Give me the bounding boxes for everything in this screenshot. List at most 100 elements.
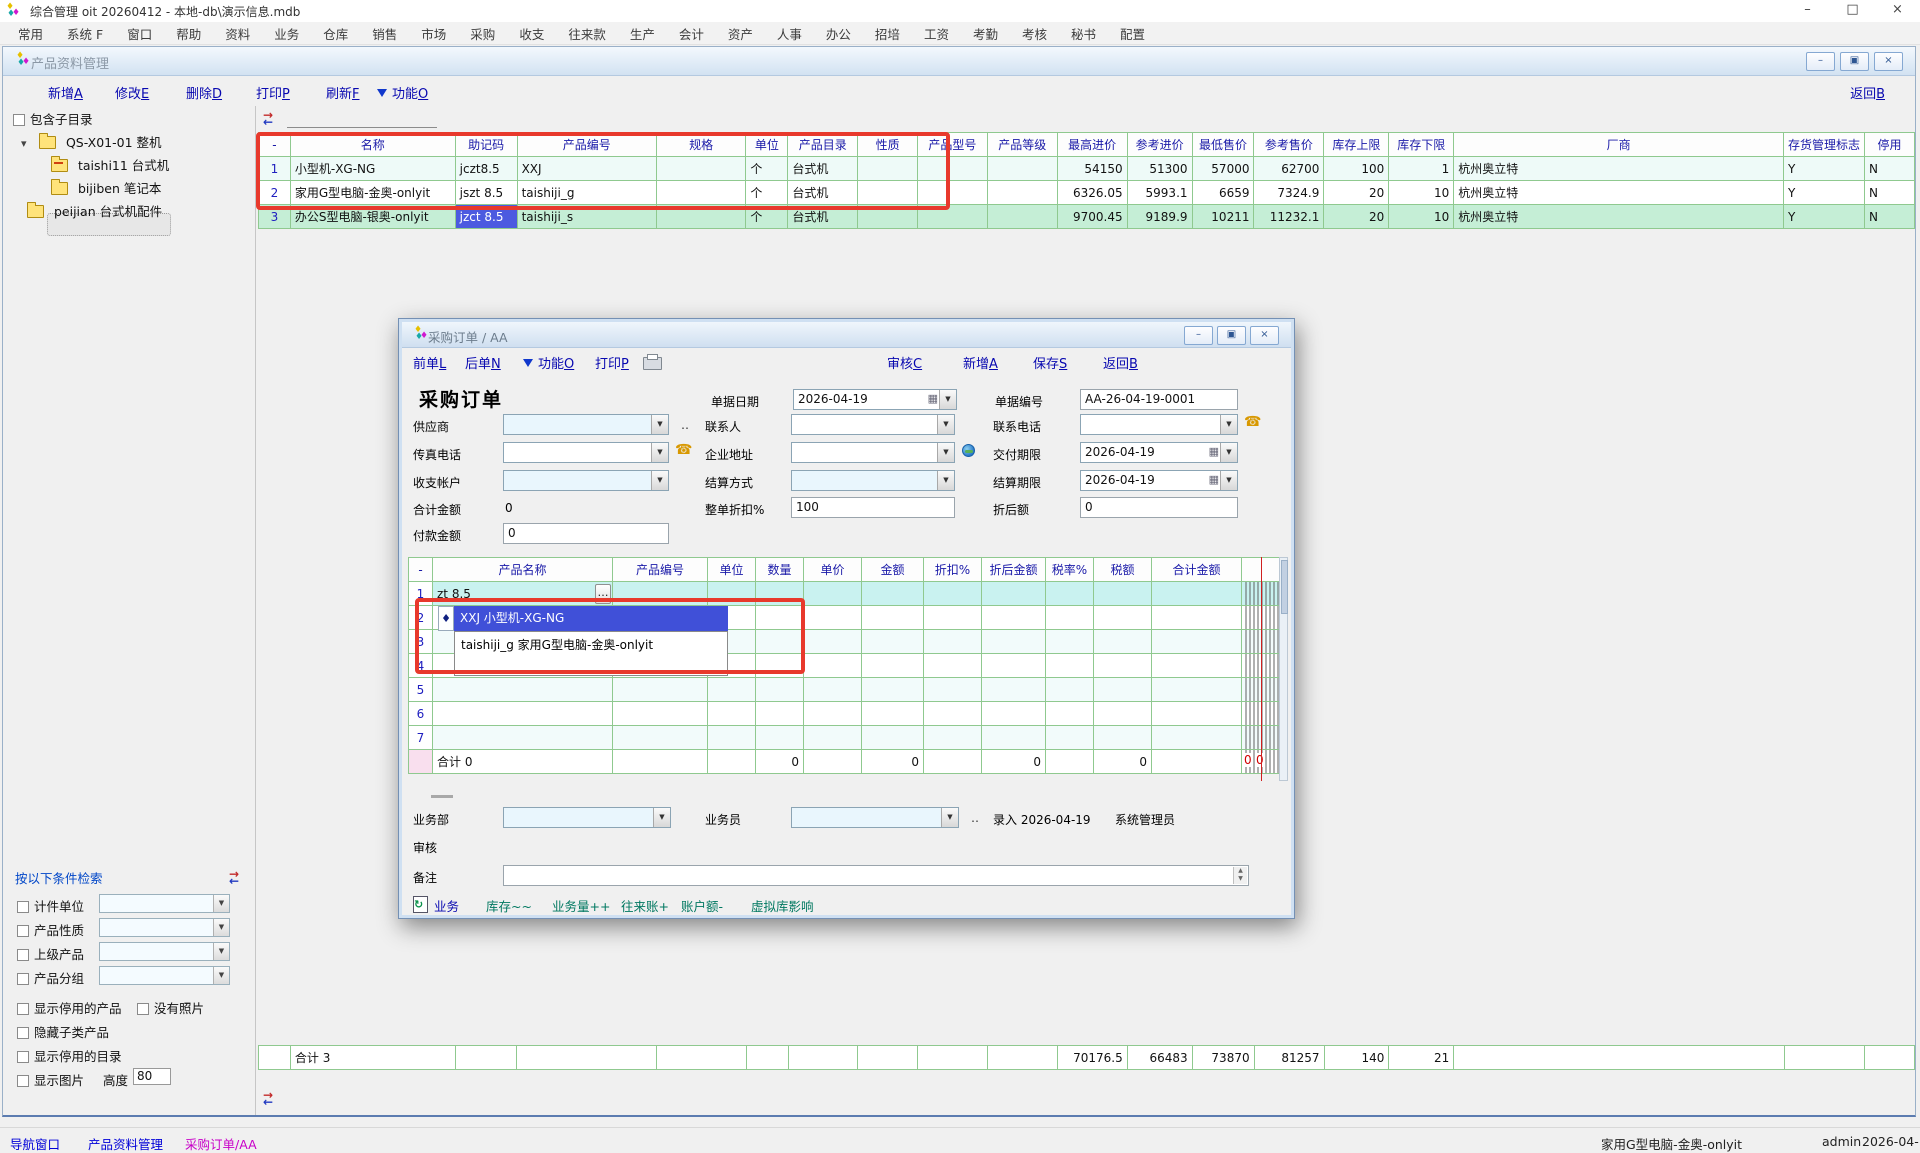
col-header[interactable]: 单位 — [746, 133, 788, 157]
grid-row-edit[interactable]: 1 zt 8.5 … — [409, 582, 1280, 606]
col-header[interactable]: - — [409, 558, 433, 582]
tree-node-peijian[interactable]: peijian 台式机配件 — [27, 201, 162, 220]
save-button[interactable]: 保存S — [1033, 353, 1067, 372]
function-button[interactable]: 功能O — [377, 83, 428, 102]
menu-item[interactable]: 考勤 — [961, 24, 1010, 43]
hide-subclass-checkbox[interactable]: 隐藏子类产品 — [17, 1022, 109, 1041]
settle-date-field[interactable]: 2026-04-19▦▼ — [1080, 470, 1238, 491]
discount-input[interactable]: 100 — [791, 497, 955, 518]
menu-item[interactable]: 生产 — [618, 24, 667, 43]
menu-item[interactable]: 人事 — [765, 24, 814, 43]
menu-item[interactable]: 收支 — [507, 24, 556, 43]
new-button[interactable]: 新增A — [963, 353, 998, 372]
swap-icon[interactable]: →← — [229, 872, 245, 885]
dropdown-icon[interactable]: ▼ — [937, 415, 954, 434]
col-header[interactable]: 产品编号 — [613, 558, 708, 582]
filter-nature-combo[interactable]: ▼ — [99, 918, 230, 937]
dropdown-icon[interactable]: ▼ — [1220, 415, 1237, 434]
filter-unit-checkbox[interactable]: 计件单位 — [17, 896, 84, 915]
dropdown-icon[interactable]: ▼ — [651, 471, 668, 490]
menu-item[interactable]: 采购 — [458, 24, 507, 43]
include-subdir-checkbox[interactable]: 包含子目录 — [13, 109, 93, 128]
dropdown-icon[interactable]: ▼ — [213, 919, 229, 936]
col-header[interactable]: 产品名称 — [433, 558, 613, 582]
col-header[interactable]: 产品编号 — [517, 133, 656, 157]
dropdown-icon[interactable]: ▼ — [651, 443, 668, 462]
dropdown-icon[interactable]: ▼ — [653, 808, 670, 827]
refresh-doc-icon[interactable]: ↻ — [413, 896, 428, 913]
delete-button[interactable]: 删除D — [186, 83, 222, 102]
child-restore-button[interactable]: ▣ — [1840, 52, 1869, 71]
more-icon[interactable]: ‥ — [971, 811, 980, 825]
col-header[interactable]: 停用 — [1864, 133, 1914, 157]
col-header[interactable]: 参考售价 — [1254, 133, 1324, 157]
table-row[interactable]: 2家用G型电脑-金奥-onlyit jszt 8.5taishiji_g 个 台… — [259, 181, 1915, 205]
col-header[interactable]: 折扣% — [924, 558, 982, 582]
filter-parent-combo[interactable]: ▼ — [99, 942, 230, 961]
dropdown-list-item[interactable]: taishiji_g 家用G型电脑-金奥-onlyit — [461, 636, 653, 653]
swap-icon[interactable]: →← — [263, 1093, 279, 1106]
col-header[interactable]: 数量 — [756, 558, 804, 582]
fax-combo[interactable]: ▼ — [503, 442, 669, 463]
table-row-selected[interactable]: 3办公S型电脑-银奥-onlyit jzct 8.5taishiji_s 个 台… — [259, 205, 1915, 229]
col-header[interactable]: 助记码 — [455, 133, 517, 157]
grid-row[interactable]: 6 — [409, 702, 1280, 726]
col-header[interactable]: 性质 — [858, 133, 918, 157]
grid-row[interactable]: 5 — [409, 678, 1280, 702]
menu-item[interactable]: 市场 — [409, 24, 458, 43]
show-disabled-catalog-checkbox[interactable]: 显示停用的目录 — [17, 1046, 122, 1065]
taskbar-item-nav[interactable]: 导航窗口 — [10, 1134, 60, 1153]
filter-parent-checkbox[interactable]: 上级产品 — [17, 944, 84, 963]
col-header[interactable]: 参考进价 — [1127, 133, 1192, 157]
dropdown-icon[interactable]: ▼ — [1220, 443, 1237, 462]
contact-combo[interactable]: ▼ — [791, 414, 955, 435]
print-button[interactable]: 打印P — [595, 353, 629, 372]
col-header[interactable]: 产品型号 — [917, 133, 987, 157]
col-header[interactable]: 厂商 — [1454, 133, 1784, 157]
dialog-minimize-button[interactable]: – — [1184, 326, 1213, 345]
account-combo[interactable]: ▼ — [503, 470, 669, 491]
app-close-button[interactable]: × — [1875, 0, 1920, 22]
refresh-button[interactable]: 刷新F — [326, 83, 360, 102]
after-discount-input[interactable]: 0 — [1080, 497, 1238, 518]
spinner[interactable]: ▲▼ — [1233, 867, 1247, 884]
menu-item[interactable]: 工资 — [912, 24, 961, 43]
prev-doc-button[interactable]: 前单L — [413, 353, 446, 372]
settle-combo[interactable]: ▼ — [791, 470, 955, 491]
function-button[interactable]: 功能O — [523, 353, 574, 372]
edit-button[interactable]: 修改E — [115, 83, 149, 102]
checkbox-icon[interactable] — [137, 1003, 149, 1015]
col-header[interactable]: 最低售价 — [1192, 133, 1254, 157]
checkbox-icon[interactable] — [17, 949, 29, 961]
menu-item[interactable]: 办公 — [814, 24, 863, 43]
col-header[interactable]: 最高进价 — [1057, 133, 1127, 157]
tree-node-root[interactable]: ▾ QS-X01-01 整机 — [21, 132, 162, 151]
taskbar-item-order[interactable]: 采购订单/AA — [185, 1134, 257, 1153]
grid-cell-editor-selected[interactable]: ♦ XXJ 小型机-XG-NG — [454, 606, 728, 631]
taskbar-item-product[interactable]: 产品资料管理 — [88, 1134, 163, 1153]
table-row[interactable]: 1小型机-XG-NG jczt8.5XXJ 个 台式机 5415051300 5… — [259, 157, 1915, 181]
business-link[interactable]: 业务 — [434, 896, 459, 915]
checkbox-icon[interactable] — [17, 925, 29, 937]
app-minimize-button[interactable]: – — [1785, 0, 1830, 22]
col-header[interactable]: - — [259, 133, 291, 157]
col-header[interactable]: 名称 — [290, 133, 455, 157]
print-button[interactable]: 打印P — [256, 83, 290, 102]
dropdown-icon[interactable]: ▼ — [937, 471, 954, 490]
scrollbar-thumb[interactable] — [1281, 560, 1288, 614]
back-button[interactable]: 返回B — [1103, 353, 1138, 372]
add-button[interactable]: 新增A — [48, 83, 83, 102]
contact-phone-combo[interactable]: ▼ — [1080, 414, 1238, 435]
filter-unit-combo[interactable]: ▼ — [99, 894, 230, 913]
checkbox-icon[interactable] — [17, 1051, 29, 1063]
col-header[interactable]: 库存上限 — [1324, 133, 1389, 157]
grid-dropdown-list[interactable]: taishiji_g 家用G型电脑-金奥-onlyit — [454, 631, 728, 676]
dropdown-icon[interactable]: ▼ — [651, 415, 668, 434]
menu-item[interactable]: 配置 — [1108, 24, 1157, 43]
swap-icon[interactable]: →← — [263, 113, 279, 126]
deliver-date-field[interactable]: 2026-04-19▦▼ — [1080, 442, 1238, 463]
globe-icon[interactable] — [962, 444, 975, 457]
dropdown-icon[interactable]: ▼ — [941, 808, 958, 827]
dialog-maximize-button[interactable]: ▣ — [1217, 326, 1246, 345]
child-minimize-button[interactable]: – — [1806, 52, 1835, 71]
